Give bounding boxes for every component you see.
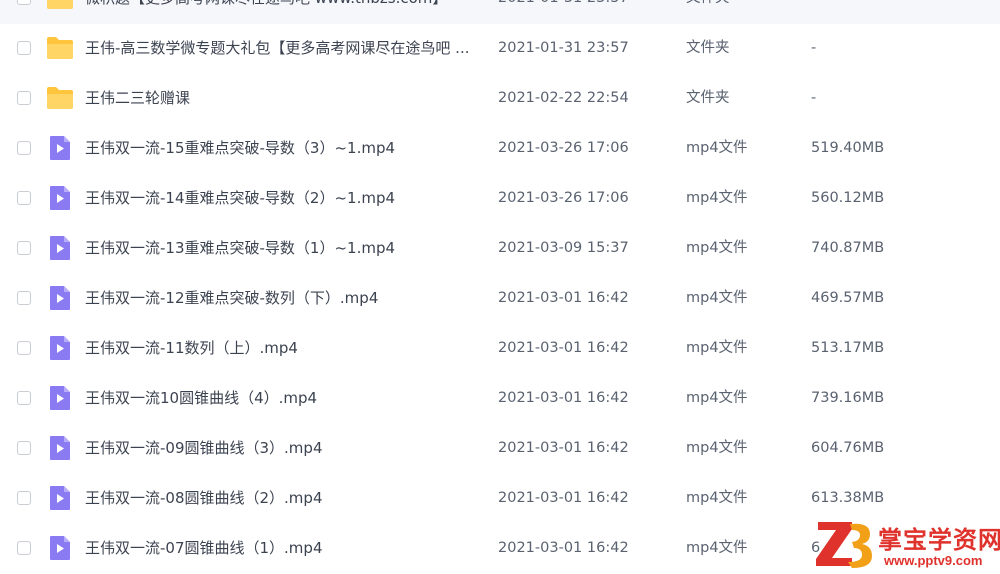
file-size: 604.76MB (811, 440, 885, 456)
file-type: mp4文件 (686, 340, 748, 356)
file-type: 文件夹 (686, 40, 730, 56)
row-checkbox[interactable] (17, 391, 31, 405)
video-file-icon (50, 386, 70, 410)
file-size: - (811, 0, 816, 8)
file-type: mp4文件 (686, 490, 748, 506)
file-size: 469.57MB (811, 290, 885, 306)
file-row[interactable]: 王伟双一流10圆锥曲线（4）.mp4 2021-03-01 16:42 mp4文件 7… (0, 374, 1000, 424)
watermark-url: www.pptv9.com (884, 553, 983, 568)
file-name[interactable]: 王伟二三轮赠课 (85, 88, 480, 108)
file-name[interactable]: 微积题【更多高考网课尽在途鸟吧 www.tnbzs.com】 (85, 0, 480, 8)
file-row[interactable]: 王伟-高三数学微专题大礼包【更多高考网课尽在途鸟吧 ... 2021-01-31 … (0, 24, 1000, 74)
file-name[interactable]: 王伟-高三数学微专题大礼包【更多高考网课尽在途鸟吧 ... (85, 38, 480, 58)
file-type: mp4文件 (686, 190, 748, 206)
file-name[interactable]: 王伟双一流10圆锥曲线（4）.mp4 (85, 388, 480, 408)
file-row[interactable]: 王伟双一流-15重难点突破-导数（3）~1.mp4 2021-03-26 17:0… (0, 124, 1000, 174)
row-checkbox[interactable] (17, 141, 31, 155)
file-name[interactable]: 王伟双一流-12重难点突破-数列（下）.mp4 (85, 288, 480, 308)
file-name[interactable]: 王伟双一流-11数列（上）.mp4 (85, 338, 480, 358)
row-checkbox[interactable] (17, 191, 31, 205)
row-checkbox[interactable] (17, 41, 31, 55)
modified-date: 2021-03-01 16:42 (498, 290, 629, 306)
file-name[interactable]: 王伟双一流-15重难点突破-导数（3）~1.mp4 (85, 138, 480, 158)
modified-date: 2021-03-26 17:06 (498, 190, 629, 206)
row-checkbox[interactable] (17, 241, 31, 255)
file-type: mp4文件 (686, 240, 748, 256)
row-checkbox[interactable] (17, 441, 31, 455)
file-row[interactable]: 王伟双一流-11数列（上）.mp4 2021-03-01 16:42 mp4文件 51… (0, 324, 1000, 374)
file-type: 文件夹 (686, 0, 730, 8)
modified-date: 2021-03-09 15:37 (498, 240, 629, 256)
watermark-logo-mark (816, 522, 872, 568)
row-checkbox[interactable] (17, 541, 31, 555)
file-type: mp4文件 (686, 290, 748, 306)
row-checkbox[interactable] (17, 0, 31, 5)
file-list: 微积题【更多高考网课尽在途鸟吧 www.tnbzs.com】 2021-01-31… (0, 0, 1000, 573)
file-row[interactable]: 王伟二三轮赠课 2021-02-22 22:54 文件夹 - (0, 74, 1000, 124)
file-size: 739.16MB (811, 390, 885, 406)
file-row[interactable]: 王伟双一流-13重难点突破-导数（1）~1.mp4 2021-03-09 15:3… (0, 224, 1000, 274)
video-file-icon (50, 436, 70, 460)
file-type: mp4文件 (686, 440, 748, 456)
file-name[interactable]: 王伟双一流-08圆锥曲线（2）.mp4 (85, 488, 480, 508)
video-file-icon (50, 286, 70, 310)
row-checkbox[interactable] (17, 491, 31, 505)
video-file-icon (50, 186, 70, 210)
modified-date: 2021-03-01 16:42 (498, 440, 629, 456)
file-size: 560.12MB (811, 190, 885, 206)
modified-date: 2021-03-26 17:06 (498, 140, 629, 156)
file-size: 513.17MB (811, 340, 885, 356)
file-row[interactable]: 王伟双一流-12重难点突破-数列（下）.mp4 2021-03-01 16:42 m… (0, 274, 1000, 324)
file-name[interactable]: 王伟双一流-14重难点突破-导数（2）~1.mp4 (85, 188, 480, 208)
modified-date: 2021-03-01 16:42 (498, 390, 629, 406)
file-size: 613.38MB (811, 490, 885, 506)
video-file-icon (50, 486, 70, 510)
row-checkbox[interactable] (17, 91, 31, 105)
watermark-logo: 掌宝学资网 www.pptv9.com (812, 516, 1000, 573)
row-checkbox[interactable] (17, 341, 31, 355)
row-checkbox[interactable] (17, 291, 31, 305)
modified-date: 2021-01-31 23:57 (498, 40, 629, 56)
file-size: - (811, 90, 817, 106)
file-type: mp4文件 (686, 140, 748, 156)
modified-date: 2021-03-01 16:42 (498, 540, 629, 556)
file-size: 519.40MB (811, 140, 885, 156)
file-name[interactable]: 王伟双一流-13重难点突破-导数（1）~1.mp4 (85, 238, 480, 258)
file-type: mp4文件 (686, 540, 748, 556)
modified-date: 2021-01-31 23:57 (498, 0, 629, 8)
video-file-icon (50, 336, 70, 360)
video-file-icon (50, 136, 70, 160)
file-name[interactable]: 王伟双一流-09圆锥曲线（3）.mp4 (85, 438, 480, 458)
file-size: 740.87MB (811, 240, 885, 256)
file-name[interactable]: 王伟双一流-07圆锥曲线（1）.mp4 (85, 538, 480, 558)
modified-date: 2021-03-01 16:42 (498, 340, 629, 356)
video-file-icon (50, 236, 70, 260)
modified-date: 2021-03-01 16:42 (498, 490, 629, 506)
folder-icon (47, 87, 73, 109)
folder-icon (47, 37, 73, 59)
file-row[interactable]: 微积题【更多高考网课尽在途鸟吧 www.tnbzs.com】 2021-01-31… (0, 0, 1000, 24)
modified-date: 2021-02-22 22:54 (498, 90, 629, 106)
file-type: mp4文件 (686, 390, 748, 406)
folder-icon (47, 0, 73, 9)
file-type: 文件夹 (686, 90, 730, 106)
file-row[interactable]: 王伟双一流-09圆锥曲线（3）.mp4 2021-03-01 16:42 mp4文件… (0, 424, 1000, 474)
watermark-title: 掌宝学资网 (878, 525, 1000, 554)
file-row[interactable]: 王伟双一流-14重难点突破-导数（2）~1.mp4 2021-03-26 17:0… (0, 174, 1000, 224)
file-size: - (811, 40, 817, 56)
video-file-icon (50, 536, 70, 560)
